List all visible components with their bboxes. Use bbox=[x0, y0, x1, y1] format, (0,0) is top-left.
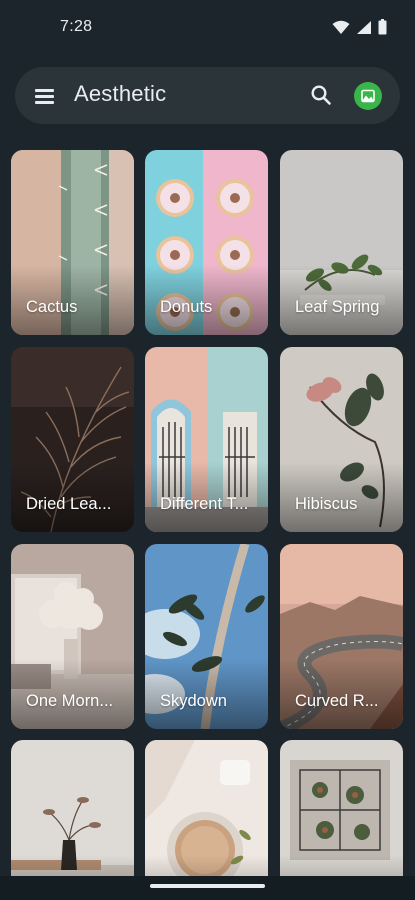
wallpaper-tile-dried-leaves[interactable]: Dried Lea... bbox=[11, 347, 134, 532]
wallpaper-label: One Morn... bbox=[26, 692, 114, 710]
wallpaper-label: Hibiscus bbox=[295, 495, 358, 513]
wallpaper-tile-hibiscus[interactable]: Hibiscus bbox=[280, 347, 403, 532]
wallpaper-label: Leaf Spring bbox=[295, 298, 380, 316]
wallpaper-tile-leaf-spring[interactable]: Leaf Spring bbox=[280, 150, 403, 335]
wallpaper-tile-skydown[interactable]: Skydown bbox=[145, 544, 268, 729]
wallpaper-tile-cactus[interactable]: Cactus bbox=[11, 150, 134, 335]
wallpaper-grid: Cactus Donuts Leaf Spring Dried Lea... D… bbox=[0, 0, 415, 900]
wallpaper-label: Dried Lea... bbox=[26, 495, 112, 513]
wallpaper-tile-one-morning[interactable]: One Morn... bbox=[11, 544, 134, 729]
wallpaper-label: Donuts bbox=[160, 298, 213, 316]
wallpaper-label: Curved R... bbox=[295, 692, 379, 710]
navigation-bar bbox=[0, 876, 415, 900]
wallpaper-tile-curved-road[interactable]: Curved R... bbox=[280, 544, 403, 729]
gesture-handle[interactable] bbox=[150, 884, 265, 888]
wallpaper-tile-different-doors[interactable]: Different T... bbox=[145, 347, 268, 532]
screen: 7:28 Aesthetic Cactus Donuts Leaf Spring… bbox=[0, 0, 415, 900]
wallpaper-label: Skydown bbox=[160, 692, 227, 710]
wallpaper-label: Different T... bbox=[160, 495, 249, 513]
wallpaper-tile-donuts[interactable]: Donuts bbox=[145, 150, 268, 335]
wallpaper-label: Cactus bbox=[26, 298, 78, 316]
